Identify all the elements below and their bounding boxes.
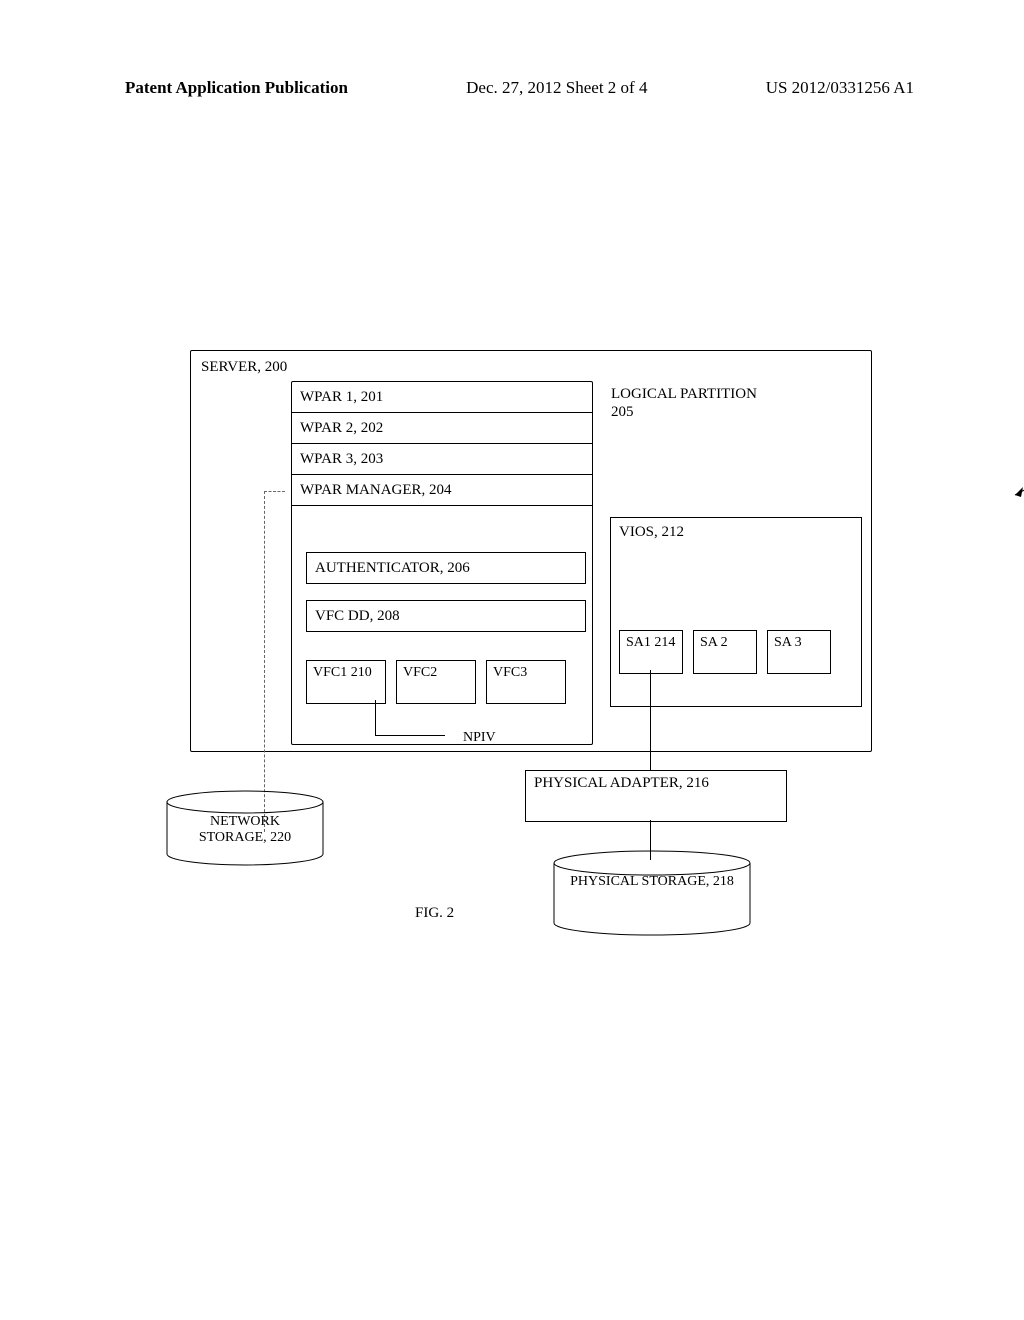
connector — [375, 700, 376, 735]
wpar3: WPAR 3, 203 — [292, 444, 592, 475]
header-left: Patent Application Publication — [125, 78, 348, 98]
connector — [375, 735, 445, 736]
sa3: SA 3 — [767, 630, 831, 674]
figure-diagram: SERVER, 200 WPAR 1, 201 WPAR 2, 202 WPAR… — [125, 350, 885, 970]
sa2: SA 2 — [693, 630, 757, 674]
server-box: SERVER, 200 WPAR 1, 201 WPAR 2, 202 WPAR… — [190, 350, 872, 752]
header-center: Dec. 27, 2012 Sheet 2 of 4 — [466, 78, 647, 98]
sa1: SA1 214 — [619, 630, 683, 674]
wpar1: WPAR 1, 201 — [292, 382, 592, 413]
connector — [650, 670, 651, 770]
vfc-row: VFC1 210 VFC2 VFC3 — [306, 660, 576, 704]
npiv-label: NPIV — [463, 730, 496, 746]
leader-arrow-icon — [1009, 477, 1024, 497]
physical-adapter-box: PHYSICAL ADAPTER, 216 — [525, 770, 787, 822]
cylinder-icon — [552, 850, 752, 940]
dashed-leader — [264, 491, 285, 832]
network-storage-label: NETWORK STORAGE, 220 — [165, 814, 325, 846]
vfc3: VFC3 — [486, 660, 566, 704]
physical-storage-label: PHYSICAL STORAGE, 218 — [552, 874, 752, 890]
sa-row: SA1 214 SA 2 SA 3 — [619, 630, 831, 674]
network-storage-cylinder: NETWORK STORAGE, 220 — [165, 790, 325, 862]
page-header: Patent Application Publication Dec. 27, … — [125, 78, 914, 98]
figure-caption: FIG. 2 — [415, 905, 454, 922]
logical-partition-label: LOGICAL PARTITION 205 — [611, 385, 781, 421]
vfc-dd-box: VFC DD, 208 — [306, 600, 586, 632]
header-right: US 2012/0331256 A1 — [766, 78, 914, 98]
server-title: SERVER, 200 — [201, 359, 287, 376]
vfc2: VFC2 — [396, 660, 476, 704]
wpar2: WPAR 2, 202 — [292, 413, 592, 444]
left-partition-box: WPAR 1, 201 WPAR 2, 202 WPAR 3, 203 WPAR… — [291, 381, 593, 745]
vios-box: VIOS, 212 SA1 214 SA 2 SA 3 — [610, 517, 862, 707]
page: Patent Application Publication Dec. 27, … — [0, 0, 1024, 1320]
vfc1: VFC1 210 — [306, 660, 386, 704]
physical-storage-cylinder: PHYSICAL STORAGE, 218 — [552, 850, 752, 932]
vios-label: VIOS, 212 — [619, 524, 684, 541]
authenticator-box: AUTHENTICATOR, 206 — [306, 552, 586, 584]
wpar-manager: WPAR MANAGER, 204 — [292, 475, 592, 506]
